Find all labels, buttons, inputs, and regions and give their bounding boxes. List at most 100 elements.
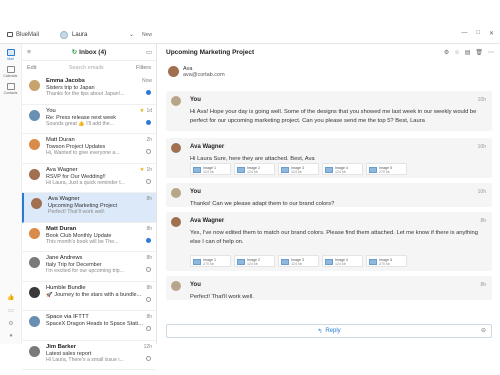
thread-message: You 10h Hi Ava! Hope your day is going wel…	[166, 91, 492, 131]
status-dot[interactable]	[146, 355, 151, 361]
maximize-icon[interactable]: □	[476, 30, 480, 37]
attachment[interactable]: Image 1 124 kb	[190, 163, 231, 175]
attachments: Image 1 124 kb Image 2 124 kb Image 3 124 kb I…	[190, 163, 407, 175]
avatar	[168, 66, 179, 77]
message-preview: Perfect! That'll work well.	[48, 209, 106, 215]
trash-icon[interactable]: 🗑	[475, 49, 483, 56]
message-body: Yes, I've now edited them to match our b…	[190, 230, 478, 245]
thread-message: You 10h Thanks! Can we please adapt them t…	[166, 183, 492, 207]
status-dot[interactable]	[146, 178, 151, 184]
title-bar: BlueMail Laura ⌄ New — □ ✕	[0, 26, 500, 44]
gear-icon[interactable]: ⚙	[0, 320, 22, 327]
reply-button[interactable]: ↰ Reply ⊖	[166, 324, 492, 338]
message-time: 12h	[143, 343, 152, 350]
attachment[interactable]: Image 5 270 kb	[366, 255, 407, 267]
message-preview: Hi Laura, There's a small issue i...	[46, 356, 124, 363]
star-icon[interactable]: ★	[140, 167, 145, 174]
settings-icon[interactable]: ⚙	[444, 49, 449, 56]
account-selector[interactable]: Laura ⌄	[60, 29, 134, 41]
participant-row: Ava ava@cortab.com	[158, 61, 500, 82]
menu-icon[interactable]: ≡	[22, 49, 36, 56]
status-dot[interactable]	[146, 296, 151, 302]
minimize-icon[interactable]: —	[461, 30, 467, 37]
list-item[interactable]: Ava Wagner ★ 1h RSVP for Our Wedding!! Hi La…	[22, 164, 156, 193]
avatar[interactable]: ●	[0, 333, 22, 339]
edit-button[interactable]: Edit	[27, 65, 36, 71]
message-time: 8h	[480, 218, 486, 224]
attachment-size: 270 kb	[379, 170, 390, 174]
account-name: Laura	[72, 31, 88, 38]
sender-name: Jim Barker	[46, 343, 76, 350]
attachment[interactable]: Image 4 124 kb	[322, 255, 363, 267]
sender-name: Humble Bundle	[46, 284, 86, 291]
rail-item-mail[interactable]: Mail	[0, 49, 21, 61]
list-item[interactable]: Emma Jacobs Now Sisters trip to Japan Thank…	[22, 75, 156, 105]
message-body: Perfect! That'll work well.	[190, 294, 254, 300]
star-icon[interactable]: ☆	[454, 49, 459, 56]
filters-button[interactable]: Filters	[136, 65, 151, 71]
list-item[interactable]: Jim Barker 12h Latest sales report Hi Laura…	[22, 341, 156, 370]
list-item-header: You ★ 1d	[46, 108, 152, 115]
avatar	[29, 80, 40, 91]
calendar-icon	[6, 66, 15, 73]
image-icon	[325, 259, 333, 265]
more-icon[interactable]: ⋯	[488, 49, 494, 56]
search-input[interactable]: Search emails	[42, 65, 130, 71]
more-icon[interactable]: ⊖	[481, 327, 486, 334]
message-time: 8h	[146, 196, 152, 202]
archive-icon[interactable]: ▤	[465, 49, 471, 56]
attachment[interactable]: Image 3 124 kb	[278, 163, 319, 175]
rail-item-contacts[interactable]: Contacts	[0, 83, 21, 95]
attachment[interactable]: Image 5 270 kb	[366, 163, 407, 175]
message-subject: 🚀 Journey to the stars with a bundle...	[46, 291, 142, 298]
rail-item-calendar[interactable]: Calendar	[0, 66, 21, 78]
clipboard-icon[interactable]: ▭	[0, 307, 22, 314]
unread-dot[interactable]	[146, 90, 151, 95]
image-icon	[369, 167, 377, 173]
thumbs-up-icon[interactable]: 👍	[0, 294, 22, 301]
avatar	[171, 143, 181, 153]
message-body: Thanks! Can we please adapt them to our …	[190, 201, 335, 207]
unread-dot[interactable]	[146, 119, 151, 125]
attachment-size: 124 kb	[291, 262, 302, 266]
attachment[interactable]: Image 3 124 kb	[278, 255, 319, 267]
window-controls: — □ ✕	[461, 30, 494, 37]
reply-label: Reply	[325, 328, 341, 334]
avatar	[29, 257, 40, 268]
status-dot[interactable]	[146, 267, 151, 272]
close-icon[interactable]: ✕	[489, 30, 494, 37]
avatar	[31, 198, 42, 209]
sender-name: Space via IFTTT	[46, 314, 89, 320]
new-label: New	[142, 31, 153, 38]
message-list-pane: ≡ ↻ Inbox (4) ▭ Edit Search emails Filter…	[22, 44, 157, 370]
message-preview: This month's book will be The...	[46, 238, 119, 245]
list-item[interactable]: Space via IFTTT 8h SpaceX Dragon Heads to …	[22, 311, 156, 341]
list-item[interactable]: You ★ 1d Re: Press release next week Sounds …	[22, 105, 156, 134]
status-dot[interactable]	[146, 326, 151, 331]
avatar	[171, 188, 181, 198]
star-icon[interactable]: ★	[140, 108, 145, 115]
list-item[interactable]: Matt Duran 2h Towson Project Updates Hi, Wa…	[22, 134, 156, 164]
list-item[interactable]: Ava Wagner 8h Upcoming Marketing Project Pe…	[22, 193, 156, 223]
message-time: 8h	[480, 282, 486, 288]
attachment[interactable]: Image 2 124 kb	[234, 163, 275, 175]
image-icon	[369, 259, 377, 265]
chevron-down-icon: ⌄	[128, 32, 134, 38]
status-dot[interactable]	[146, 149, 151, 154]
attachment[interactable]: Image 2 124 kb	[234, 255, 275, 267]
list-item[interactable]: Jane Andrews 8h Italy Trip for December I'm…	[22, 252, 156, 282]
attachment[interactable]: Image 1 270 kb	[190, 255, 231, 267]
layout-icon[interactable]: ▭	[142, 48, 156, 56]
unread-dot[interactable]	[146, 237, 151, 243]
rail-label: Mail	[7, 57, 14, 61]
list-header: ≡ ↻ Inbox (4) ▭	[22, 44, 156, 61]
thread-subject: Upcoming Marketing Project	[166, 49, 255, 56]
thread-actions: ⚙ ☆ ▤ 🗑 ⋯	[444, 49, 500, 56]
attachment[interactable]: Image 4 124 kb	[322, 163, 363, 175]
list-item[interactable]: Humble Bundle 8h 🚀 Journey to the stars wi…	[22, 282, 156, 311]
list-item-header: Space via IFTTT 8h	[46, 314, 152, 321]
attachment-size: 124 kb	[291, 170, 302, 174]
list-item[interactable]: Matt Duran 8h Book Club Monthly Update This…	[22, 223, 156, 252]
rail-label: Contacts	[3, 91, 18, 95]
message-sender: Ava Wagner	[190, 144, 225, 150]
